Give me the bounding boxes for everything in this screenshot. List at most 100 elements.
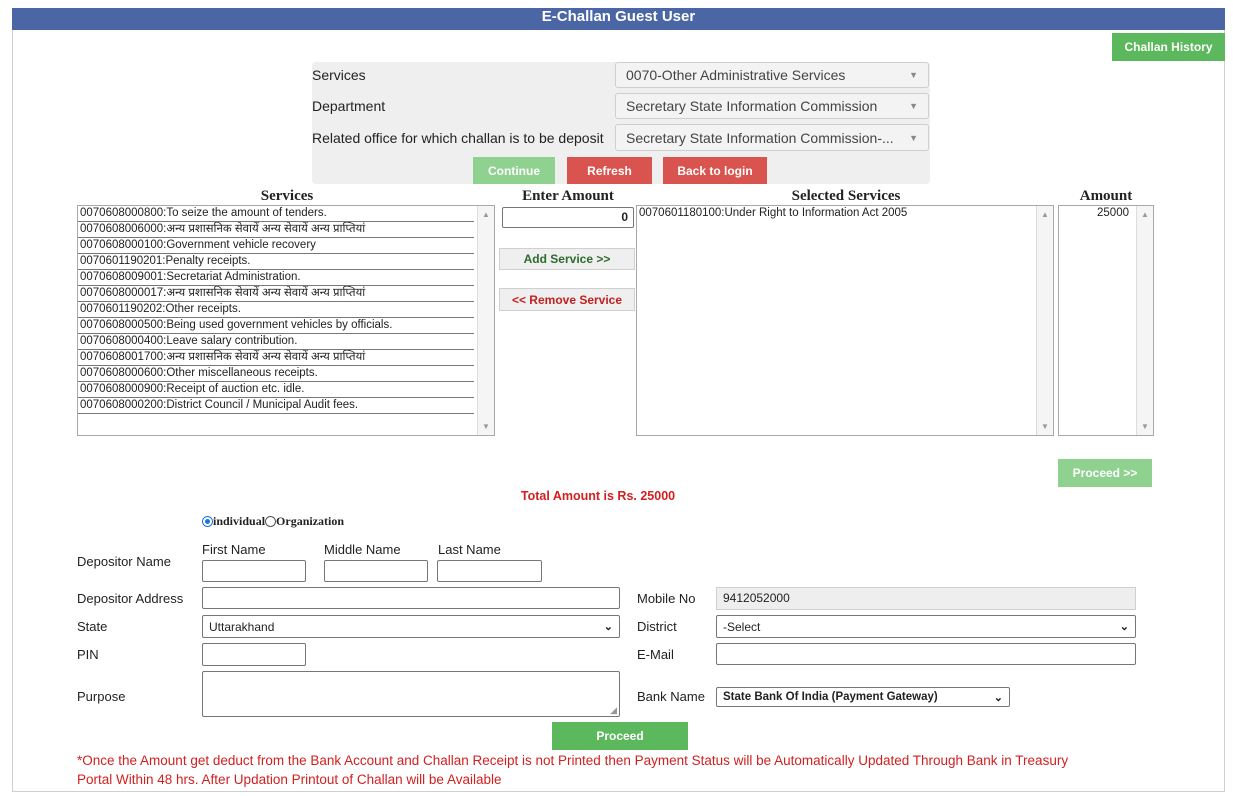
email-input[interactable] <box>716 643 1136 665</box>
service-option[interactable]: 0070608000800:To seize the amount of ten… <box>78 206 474 222</box>
note-line-2: Portal Within 48 hrs. After Updation Pri… <box>77 772 502 787</box>
organization-label: Organization <box>276 514 345 528</box>
scroll-up-icon[interactable]: ▲ <box>478 210 494 219</box>
proceed-top-label: Proceed >> <box>1072 466 1138 480</box>
services-listbox[interactable]: 0070608000800:To seize the amount of ten… <box>77 205 495 436</box>
amount-scrollbar[interactable]: ▲ ▼ <box>1136 206 1153 435</box>
state-select-value: Uttarakhand <box>209 619 275 634</box>
email-label: E-Mail <box>637 647 674 662</box>
page-header: E-Challan Guest User <box>12 8 1225 30</box>
last-name-input[interactable] <box>437 560 542 582</box>
district-select-value: -Select <box>723 619 761 634</box>
district-label: District <box>637 619 677 634</box>
services-select[interactable]: 0070-Other Administrative Services ▼ <box>615 62 929 88</box>
selected-services-column-header: Selected Services <box>791 188 901 204</box>
amount-listbox[interactable]: 25000 ▲ ▼ <box>1058 205 1154 436</box>
last-name-label: Last Name <box>438 542 501 557</box>
service-option[interactable]: 0070608000200:District Council / Municip… <box>78 398 474 414</box>
proceed-bottom-label: Proceed <box>596 729 644 743</box>
service-option[interactable]: 0070608000900:Receipt of auction etc. id… <box>78 382 474 398</box>
chevron-down-icon: ⌄ <box>603 621 613 633</box>
service-option[interactable]: 0070608009001:Secretariat Administration… <box>78 270 474 286</box>
page-title: E-Challan Guest User <box>541 8 696 25</box>
service-option[interactable]: 0070601190202:Other receipts. <box>78 302 474 318</box>
state-select[interactable]: Uttarakhand ⌄ <box>202 615 620 638</box>
challan-history-button[interactable]: Challan History <box>1112 33 1225 61</box>
proceed-bottom-button[interactable]: Proceed <box>552 722 688 750</box>
scroll-down-icon[interactable]: ▼ <box>1037 422 1053 431</box>
service-option[interactable]: 0070608000500:Being used government vehi… <box>78 318 474 334</box>
dropdown-caret-icon: ▼ <box>909 70 918 80</box>
add-service-button[interactable]: Add Service >> <box>499 248 635 270</box>
dropdown-caret-icon: ▼ <box>909 101 918 111</box>
office-select-value: Secretary State Information Commission-.… <box>626 129 894 146</box>
resize-handle-icon[interactable]: ◢ <box>610 705 617 716</box>
selected-service-option[interactable]: 0070601180100:Under Right to Information… <box>637 206 1033 221</box>
services-label: Services <box>312 67 366 83</box>
bank-name-select[interactable]: State Bank Of India (Payment Gateway) ⌄ <box>716 687 1010 707</box>
enter-amount-column-header: Enter Amount <box>522 188 614 204</box>
pin-label: PIN <box>77 647 99 662</box>
service-option[interactable]: 0070608006000:अन्य प्रशासनिक सेवायें अन्… <box>78 222 474 238</box>
selected-scrollbar[interactable]: ▲ ▼ <box>1036 206 1053 435</box>
mobile-label: Mobile No <box>637 591 696 606</box>
purpose-label: Purpose <box>77 689 126 704</box>
first-name-label: First Name <box>202 542 266 557</box>
amount-option[interactable]: 25000 <box>1059 206 1131 221</box>
individual-label: individual <box>213 514 266 528</box>
add-service-label: Add Service >> <box>523 252 611 266</box>
depositor-address-input[interactable] <box>202 587 620 609</box>
chevron-down-icon: ⌄ <box>993 691 1003 704</box>
continue-label: Continue <box>488 163 540 178</box>
selected-items: 0070601180100:Under Right to Information… <box>637 206 1033 221</box>
first-name-input[interactable] <box>202 560 306 582</box>
chevron-down-icon: ⌄ <box>1119 621 1129 633</box>
amount-items: 25000 <box>1059 206 1131 221</box>
service-option[interactable]: 0070608000100:Government vehicle recover… <box>78 238 474 254</box>
dropdown-caret-icon: ▼ <box>909 132 918 143</box>
total-amount-text: Total Amount is Rs. 25000 <box>520 489 676 503</box>
amount-column-header: Amount <box>1079 188 1133 204</box>
individual-radio[interactable] <box>202 516 213 527</box>
service-option[interactable]: 0070601190201:Penalty receipts. <box>78 254 474 270</box>
services-scrollbar[interactable]: ▲ ▼ <box>477 206 494 435</box>
office-label: Related office for which challan is to b… <box>312 130 604 146</box>
service-option[interactable]: 0070608000017:अन्य प्रशासनिक सेवायें अन्… <box>78 286 474 302</box>
pin-input[interactable] <box>202 643 306 666</box>
service-option[interactable]: 0070608000400:Leave salary contribution. <box>78 334 474 350</box>
depositor-name-label: Depositor Name <box>77 554 171 569</box>
service-option[interactable]: 0070608001700:अन्य प्रशासनिक सेवायें अन्… <box>78 350 474 366</box>
refresh-button[interactable]: Refresh <box>567 157 652 184</box>
bank-name-label: Bank Name <box>637 689 705 704</box>
continue-button[interactable]: Continue <box>473 157 555 184</box>
organization-radio[interactable] <box>265 516 277 527</box>
purpose-textarea[interactable]: ◢ <box>202 671 620 717</box>
scroll-down-icon[interactable]: ▼ <box>1137 422 1153 431</box>
scroll-up-icon[interactable]: ▲ <box>1137 210 1153 219</box>
department-label: Department <box>312 98 386 114</box>
remove-service-button[interactable]: << Remove Service <box>499 288 635 311</box>
middle-name-input[interactable] <box>324 560 428 582</box>
district-select[interactable]: -Select ⌄ <box>716 615 1136 638</box>
bank-name-select-value: State Bank Of India (Payment Gateway) <box>723 691 938 703</box>
scroll-up-icon[interactable]: ▲ <box>1037 210 1053 219</box>
note-line-1: *Once the Amount get deduct from the Ban… <box>77 753 1069 768</box>
services-column-header: Services <box>260 188 314 204</box>
service-option[interactable]: 0070608000600:Other miscellaneous receip… <box>78 366 474 382</box>
selected-services-listbox[interactable]: 0070601180100:Under Right to Information… <box>636 205 1054 436</box>
middle-name-label: Middle Name <box>324 542 401 557</box>
scroll-down-icon[interactable]: ▼ <box>478 422 494 431</box>
remove-service-label: << Remove Service <box>511 292 623 307</box>
department-select-value: Secretary State Information Commission <box>626 98 878 114</box>
state-label: State <box>77 619 108 634</box>
back-to-login-button[interactable]: Back to login <box>663 157 767 184</box>
mobile-input[interactable]: 9412052000 <box>716 587 1136 610</box>
services-items: 0070608000800:To seize the amount of ten… <box>78 206 474 414</box>
enter-amount-input[interactable]: 0 <box>502 207 634 228</box>
department-select[interactable]: Secretary State Information Commission ▼ <box>615 93 929 119</box>
office-select[interactable]: Secretary State Information Commission-.… <box>615 124 929 151</box>
refresh-label: Refresh <box>587 163 632 178</box>
back-to-login-label: Back to login <box>677 163 753 178</box>
proceed-top-button[interactable]: Proceed >> <box>1058 459 1152 487</box>
depositor-address-label: Depositor Address <box>77 591 184 606</box>
